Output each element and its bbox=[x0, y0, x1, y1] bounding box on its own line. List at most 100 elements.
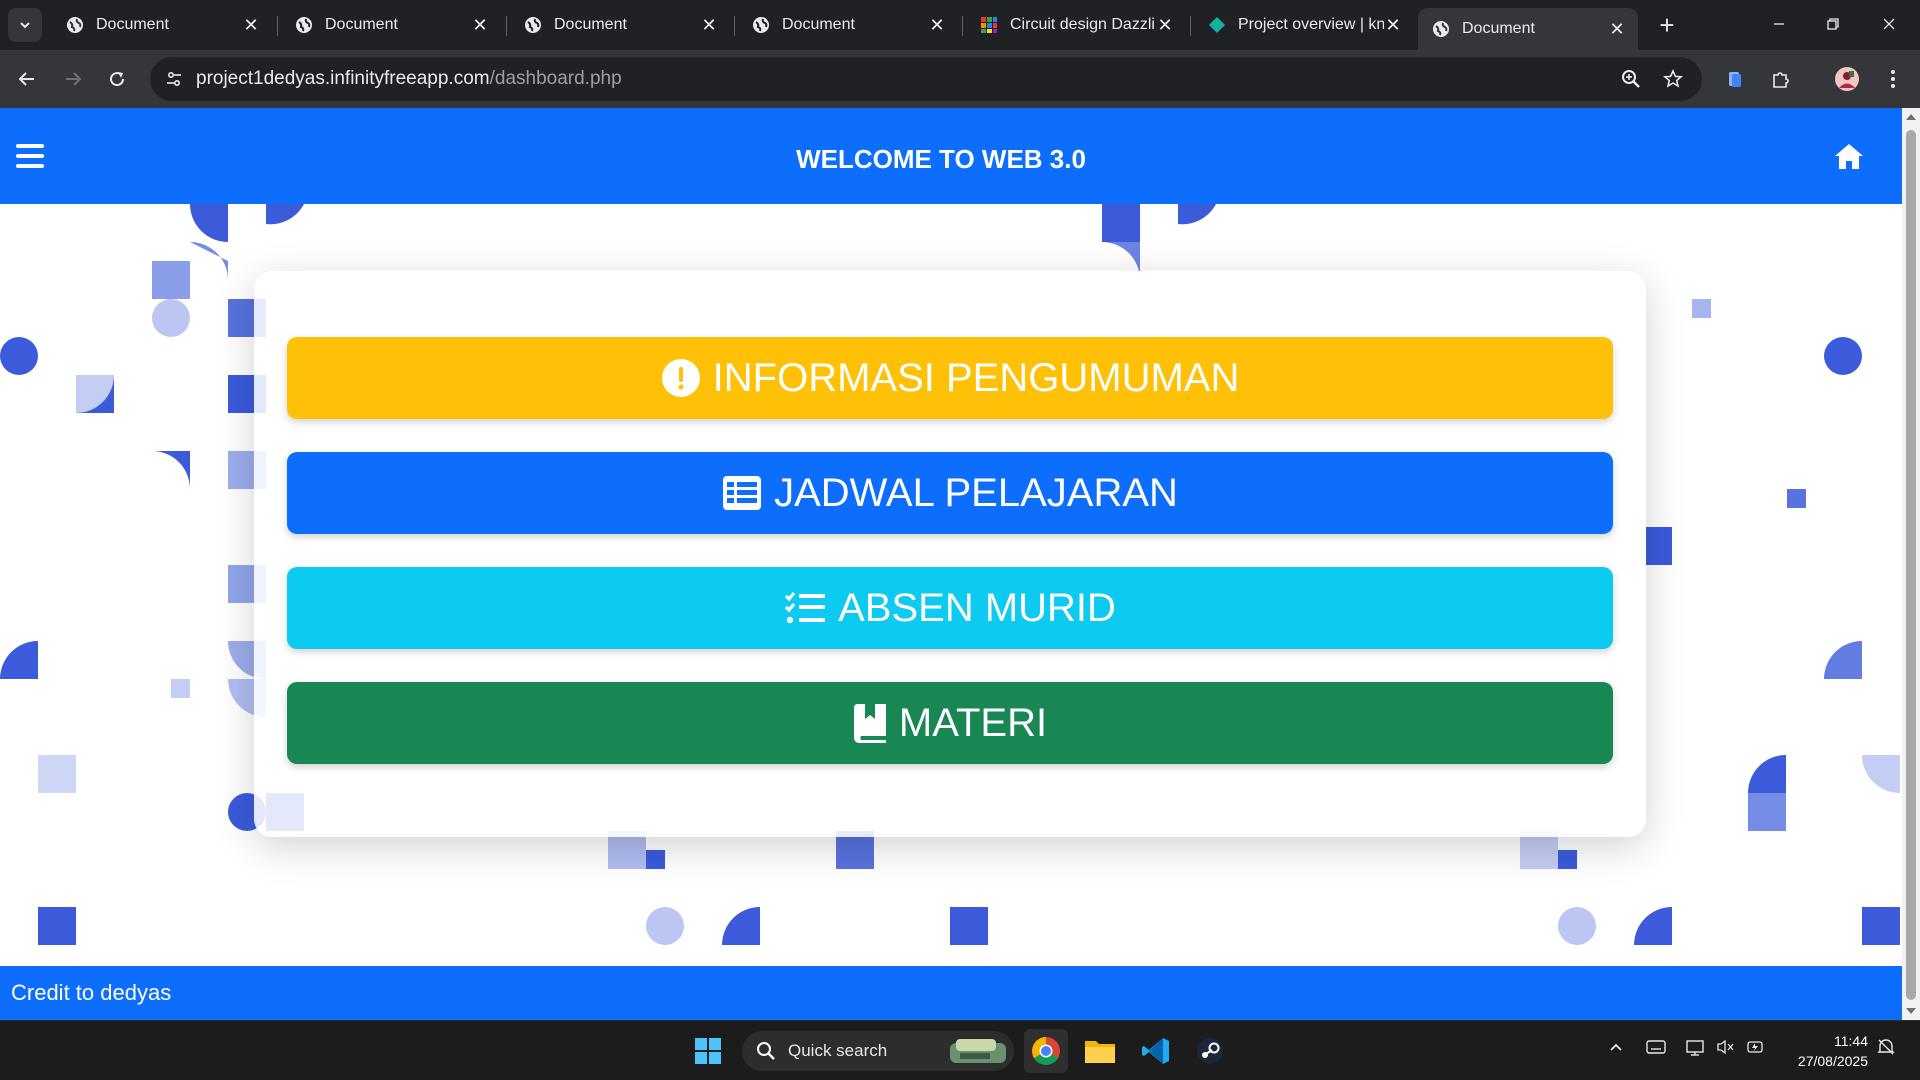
tinkercad-icon bbox=[981, 17, 997, 33]
home-icon[interactable] bbox=[1834, 142, 1864, 170]
taskbar-chrome[interactable] bbox=[1024, 1029, 1068, 1073]
chevron-down-icon bbox=[20, 22, 30, 29]
materi-button[interactable]: MATERI bbox=[287, 682, 1613, 764]
tray-network[interactable] bbox=[1686, 1039, 1706, 1062]
zoom-icon bbox=[1622, 70, 1640, 88]
tab-title: Document bbox=[554, 16, 627, 33]
taskbar-clock[interactable]: 11:44 27/08/2025 bbox=[1784, 1031, 1868, 1071]
tray-overflow-button[interactable] bbox=[1608, 1039, 1624, 1060]
volume-mute-icon bbox=[1717, 1039, 1734, 1055]
scroll-thumb[interactable] bbox=[1906, 130, 1916, 1000]
clock-time: 11:44 bbox=[1834, 1033, 1868, 1049]
folder-icon bbox=[1085, 1041, 1115, 1063]
tab-title: Document bbox=[1462, 20, 1535, 37]
close-icon[interactable]: ✕ bbox=[1156, 15, 1174, 36]
tab-divider bbox=[1190, 16, 1191, 36]
browser-tab[interactable]: Document ✕ bbox=[738, 8, 958, 42]
reload-icon bbox=[110, 72, 125, 87]
url-text[interactable]: project1dedyas.infinityfreeapp.com/dashb… bbox=[196, 57, 622, 101]
chevron-up-icon bbox=[1610, 1043, 1622, 1051]
menu-card: INFORMASI PENGUMUMAN JADWAL PELAJARAN AB… bbox=[254, 271, 1646, 837]
diamond-icon bbox=[1209, 17, 1225, 33]
browser-tab[interactable]: Circuit design Dazzlin ✕ bbox=[966, 8, 1186, 42]
jadwal-pelajaran-button[interactable]: JADWAL PELAJARAN bbox=[287, 452, 1613, 534]
restore-icon bbox=[1827, 18, 1839, 30]
globe-icon bbox=[1433, 21, 1449, 37]
search-placeholder: Quick search bbox=[788, 1041, 888, 1060]
arrow-right-icon bbox=[66, 72, 82, 86]
taskbar-steam[interactable] bbox=[1188, 1029, 1232, 1073]
browser-menu-button[interactable] bbox=[1876, 62, 1910, 96]
zoom-button[interactable] bbox=[1614, 62, 1648, 96]
search-highlight-icon bbox=[950, 1039, 1006, 1063]
close-icon[interactable]: ✕ bbox=[700, 15, 718, 36]
list-check-icon bbox=[784, 591, 826, 624]
button-label: INFORMASI PENGUMUMAN bbox=[712, 355, 1240, 400]
tray-keyboard[interactable] bbox=[1646, 1039, 1666, 1060]
extensions-menu-button[interactable] bbox=[1764, 62, 1798, 96]
star-icon bbox=[1663, 69, 1683, 88]
absen-murid-button[interactable]: ABSEN MURID bbox=[287, 567, 1613, 649]
site-info-button[interactable] bbox=[158, 63, 190, 95]
globe-icon bbox=[67, 17, 83, 33]
profile-button[interactable] bbox=[1830, 62, 1864, 96]
top-navbar: WELCOME TO WEB 3.0 bbox=[0, 108, 1902, 204]
close-icon[interactable]: ✕ bbox=[928, 15, 946, 36]
globe-icon bbox=[296, 17, 312, 33]
tray-battery[interactable] bbox=[1746, 1039, 1766, 1060]
start-button[interactable] bbox=[686, 1029, 730, 1073]
browser-tab[interactable]: Document ✕ bbox=[510, 8, 730, 42]
tab-title: Project overview | kn bbox=[1238, 16, 1384, 33]
tab-search-button[interactable] bbox=[8, 8, 42, 42]
informasi-pengumuman-button[interactable]: INFORMASI PENGUMUMAN bbox=[287, 337, 1613, 419]
keyboard-icon bbox=[1646, 1040, 1666, 1054]
chrome-icon bbox=[1032, 1037, 1060, 1065]
reload-button[interactable] bbox=[100, 62, 134, 96]
book-bookmark-icon bbox=[853, 704, 886, 743]
clock-date: 27/08/2025 bbox=[1797, 1053, 1868, 1069]
scroll-up-arrow[interactable] bbox=[1906, 114, 1916, 120]
forward-button[interactable] bbox=[56, 62, 90, 96]
tab-title: Circuit design Dazzlin bbox=[1010, 16, 1156, 33]
network-icon bbox=[1686, 1040, 1704, 1056]
taskbar-file-explorer[interactable] bbox=[1078, 1029, 1122, 1073]
close-icon[interactable]: ✕ bbox=[471, 15, 489, 36]
back-button[interactable] bbox=[10, 62, 44, 96]
page-title: WELCOME TO WEB 3.0 bbox=[796, 144, 1086, 174]
tab-title: Document bbox=[96, 16, 169, 33]
browser-tab-active[interactable]: Document ✕ bbox=[1418, 8, 1638, 50]
web-page: WELCOME TO WEB 3.0 INFORMASI PENGUMUMAN … bbox=[0, 108, 1902, 1020]
browser-tab-strip: Document ✕ Document ✕ Document ✕ Documen… bbox=[0, 0, 1920, 50]
bookmark-button[interactable] bbox=[1656, 62, 1690, 96]
arrow-left-icon bbox=[18, 72, 34, 86]
page-scrollbar[interactable] bbox=[1902, 108, 1920, 1020]
search-icon bbox=[757, 1042, 775, 1060]
new-tab-button[interactable]: + bbox=[1652, 10, 1682, 40]
tab-divider bbox=[506, 16, 507, 36]
tab-title: Document bbox=[782, 16, 855, 33]
button-label: JADWAL PELAJARAN bbox=[774, 470, 1178, 515]
close-window-button[interactable] bbox=[1862, 6, 1916, 42]
address-bar[interactable]: project1dedyas.infinityfreeapp.com/dashb… bbox=[150, 57, 1702, 101]
globe-icon bbox=[525, 17, 541, 33]
browser-tab[interactable]: Document ✕ bbox=[52, 8, 272, 42]
taskbar-search[interactable]: Quick search bbox=[742, 1031, 1014, 1071]
tray-volume[interactable] bbox=[1716, 1039, 1736, 1060]
puzzle-icon bbox=[1773, 72, 1789, 88]
taskbar-vscode[interactable] bbox=[1134, 1029, 1178, 1073]
table-list-icon bbox=[723, 476, 762, 510]
browser-tab[interactable]: Document ✕ bbox=[281, 8, 501, 42]
minimize-button[interactable] bbox=[1752, 6, 1806, 42]
close-icon[interactable]: ✕ bbox=[242, 15, 260, 36]
close-icon[interactable]: ✕ bbox=[1384, 15, 1402, 36]
browser-tab[interactable]: Project overview | kn ✕ bbox=[1194, 8, 1414, 42]
steam-icon bbox=[1197, 1038, 1223, 1064]
button-label: ABSEN MURID bbox=[838, 585, 1116, 630]
extension-button[interactable] bbox=[1718, 62, 1752, 96]
windows-logo-icon bbox=[695, 1038, 721, 1064]
tray-notifications[interactable] bbox=[1876, 1037, 1896, 1062]
close-icon[interactable]: ✕ bbox=[1608, 19, 1626, 40]
restore-button[interactable] bbox=[1806, 6, 1860, 42]
battery-charging-icon bbox=[1747, 1041, 1763, 1053]
scroll-down-arrow[interactable] bbox=[1906, 1008, 1916, 1014]
